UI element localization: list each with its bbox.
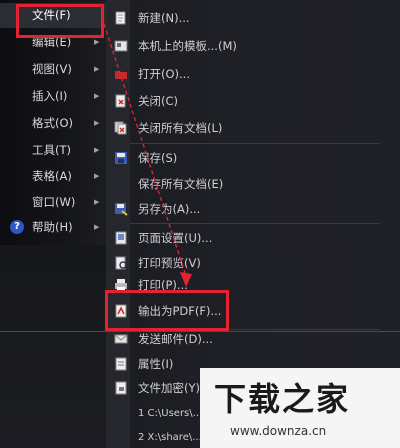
watermark: 下载之家 www.downza.cn — [200, 368, 400, 448]
watermark-url: www.downza.cn — [230, 424, 327, 438]
watermark-title: 下载之家 — [214, 380, 351, 418]
screenshot: 文件(F) 编辑(E) ▶ 视图(V) ▶ 插入(I) ▶ 格式(O) ▶ 工具… — [0, 0, 400, 448]
